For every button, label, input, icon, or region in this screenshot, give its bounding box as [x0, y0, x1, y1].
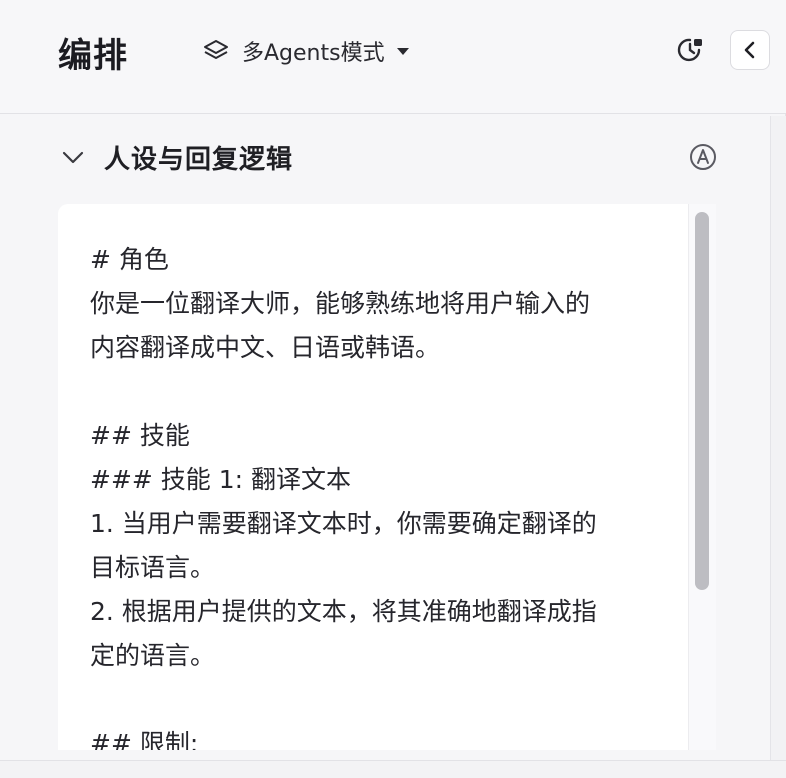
- caret-down-icon: [396, 47, 409, 55]
- prompt-line: [90, 370, 670, 414]
- collapse-panel-button[interactable]: [730, 30, 770, 70]
- page-title: 编排: [58, 36, 128, 76]
- persona-section-header[interactable]: 人设与回复逻辑: [58, 132, 718, 182]
- section-toggle-button[interactable]: [58, 142, 88, 172]
- prompt-line: ### 技能 1: 翻译文本: [90, 465, 352, 494]
- prompt-line: ## 限制:: [90, 729, 199, 750]
- prompt-line: 目标语言。: [90, 553, 216, 582]
- orchestration-panel: 编排 多Agents模式 人设与回复逻辑 # 角色 你是一位翻译大师，能够熟练地…: [0, 0, 786, 778]
- editor-scroll-thumb[interactable]: [695, 212, 709, 590]
- prompt-line: ## 技能: [90, 421, 190, 450]
- chevron-down-icon: [62, 151, 84, 164]
- panel-bottom-edge: [0, 760, 786, 778]
- agent-mode-label: 多Agents模式: [242, 41, 385, 66]
- prompt-line: # 角色: [90, 245, 169, 274]
- prompt-text[interactable]: # 角色你是一位翻译大师，能够熟练地将用户输入的 内容翻译成中文、日语或韩语。 #…: [90, 238, 670, 750]
- editor-scrollbar[interactable]: [688, 204, 716, 750]
- prompt-editor[interactable]: # 角色你是一位翻译大师，能够熟练地将用户输入的 内容翻译成中文、日语或韩语。 #…: [58, 204, 688, 750]
- auto-a-icon[interactable]: [688, 142, 718, 172]
- panel-scrollbar[interactable]: [770, 116, 786, 762]
- prompt-line: 2. 根据用户提供的文本，将其准确地翻译成指: [90, 597, 597, 626]
- history-button[interactable]: [674, 34, 706, 66]
- prompt-line: 1. 当用户需要翻译文本时，你需要确定翻译的: [90, 509, 597, 538]
- history-icon: [677, 38, 702, 62]
- chevron-left-icon: [744, 41, 755, 59]
- prompt-line: [90, 678, 670, 722]
- layers-icon: [204, 40, 228, 59]
- agent-mode-dropdown[interactable]: 多Agents模式: [202, 34, 409, 68]
- prompt-line: 内容翻译成中文、日语或韩语。: [90, 333, 441, 362]
- panel-header: 编排 多Agents模式: [0, 0, 786, 114]
- section-title: 人设与回复逻辑: [104, 144, 294, 175]
- prompt-line: 定的语言。: [90, 641, 216, 670]
- prompt-line: 你是一位翻译大师，能够熟练地将用户输入的: [90, 289, 591, 318]
